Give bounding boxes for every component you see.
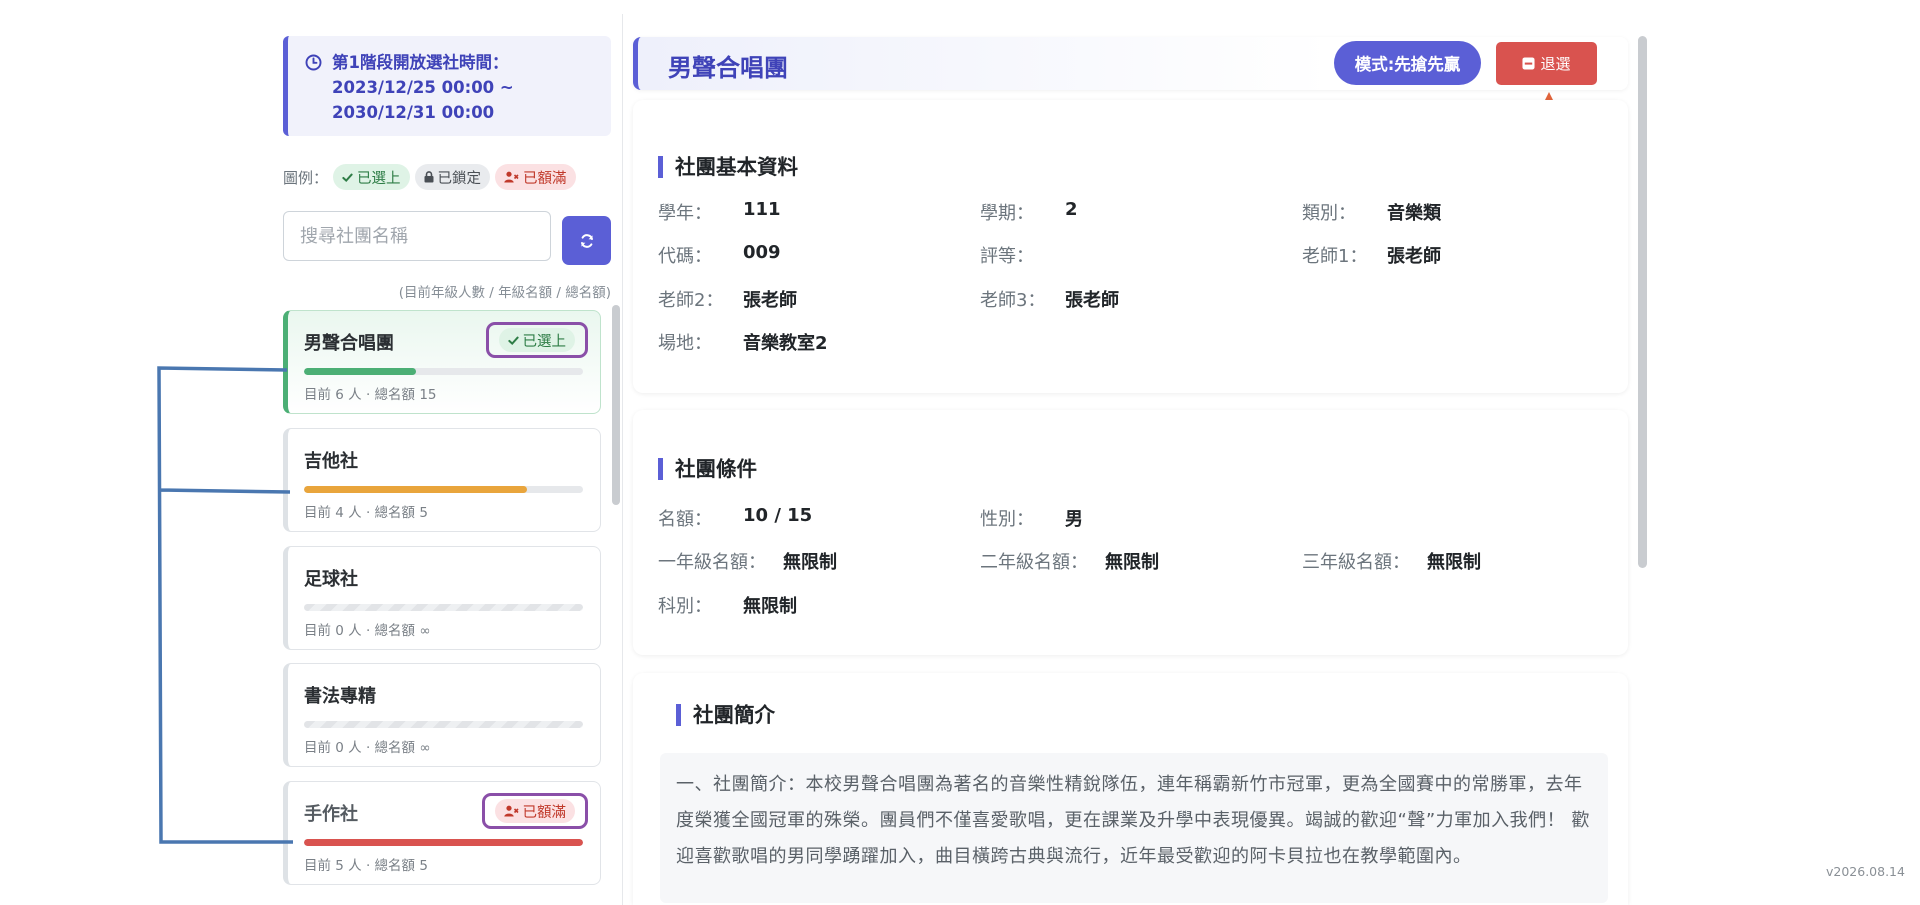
legend-full-badge: 已額滿 bbox=[495, 164, 576, 190]
field-value: 音樂教室2 bbox=[743, 333, 828, 354]
club-list: 男聲合唱團 已選上 目前 6 人 · 總名額 15 吉他社 目前 4 人 · 總… bbox=[283, 310, 603, 905]
club-list-scrollbar[interactable] bbox=[612, 305, 620, 505]
field-label: 老師3： bbox=[980, 290, 1046, 311]
field-label: 類別： bbox=[1302, 203, 1356, 224]
quota-progress-bar bbox=[304, 721, 583, 728]
club-card[interactable]: 吉他社 目前 4 人 · 總名額 5 bbox=[283, 428, 601, 532]
selected-status-tag: 已選上 bbox=[485, 322, 588, 358]
full-status-tag: 已額滿 bbox=[481, 793, 588, 829]
field-value: 無限制 bbox=[1105, 552, 1159, 573]
selection-period-notice: 第1階段開放選社時間：2023/12/25 00:00 ~ 2030/12/31… bbox=[283, 36, 611, 136]
club-name: 吉他社 bbox=[304, 451, 358, 472]
club-card[interactable]: 書法專精 目前 0 人 · 總名額 ∞ bbox=[283, 663, 601, 767]
field-label: 老師1： bbox=[1302, 246, 1368, 267]
withdraw-button[interactable]: 退選 bbox=[1496, 42, 1597, 85]
intro-section: 社團簡介 一、社團簡介：本校男聲合唱團為著名的音樂性精銳隊伍，連年稱霸新竹市冠軍… bbox=[633, 673, 1628, 905]
annotation-bracket bbox=[157, 366, 293, 844]
list-hint: (目前年級人數 / 年級名額 / 總名額) bbox=[398, 285, 611, 301]
field-value: 無限制 bbox=[1427, 552, 1481, 573]
refresh-icon bbox=[580, 233, 593, 248]
detail-scrollbar[interactable] bbox=[1638, 36, 1647, 568]
user-x-icon bbox=[504, 171, 519, 183]
field-value: 2 bbox=[1065, 199, 1078, 220]
club-name: 書法專精 bbox=[304, 686, 376, 707]
intro-box: 一、社團簡介：本校男聲合唱團為著名的音樂性精銳隊伍，連年稱霸新竹市冠軍，更為全國… bbox=[660, 753, 1608, 903]
club-name: 足球社 bbox=[304, 569, 358, 590]
legend: 圖例： 已選上 已鎖定 已額滿 bbox=[283, 163, 576, 191]
club-title: 男聲合唱團 bbox=[668, 54, 788, 82]
club-quota-meta: 目前 0 人 · 總名額 ∞ bbox=[304, 623, 431, 639]
field-value: 張老師 bbox=[743, 290, 797, 311]
club-name: 手作社 bbox=[304, 804, 358, 825]
club-quota-meta: 目前 0 人 · 總名額 ∞ bbox=[304, 740, 431, 756]
basic-info-section: 社團基本資料 學年： 111 學期： 2 類別： 音樂類 代碼： 009 評等：… bbox=[633, 100, 1628, 393]
quota-progress-bar bbox=[304, 368, 583, 375]
field-label: 性別： bbox=[980, 509, 1034, 530]
field-value: 男 bbox=[1065, 509, 1083, 530]
version-label: v2026.08.14 bbox=[1826, 864, 1905, 879]
field-value: 10 / 15 bbox=[743, 505, 813, 526]
field-value: 009 bbox=[743, 242, 781, 263]
club-name: 男聲合唱團 bbox=[304, 333, 394, 354]
field-label: 二年級名額： bbox=[980, 552, 1088, 573]
conditions-section: 社團條件 名額： 10 / 15 性別： 男 一年級名額： 無限制 二年級名額：… bbox=[633, 410, 1628, 655]
lock-icon bbox=[424, 171, 434, 183]
mode-badge: 模式:先搶先贏 bbox=[1334, 41, 1481, 85]
user-x-icon bbox=[503, 805, 519, 817]
club-quota-meta: 目前 4 人 · 總名額 5 bbox=[304, 505, 428, 521]
clock-icon bbox=[305, 54, 322, 71]
field-label: 名額： bbox=[658, 509, 712, 530]
club-card[interactable]: 足球社 目前 0 人 · 總名額 ∞ bbox=[283, 546, 601, 650]
field-label: 代碼： bbox=[658, 246, 712, 267]
field-value: 無限制 bbox=[743, 596, 797, 617]
intro-text: 一、社團簡介：本校男聲合唱團為著名的音樂性精銳隊伍，連年稱霸新竹市冠軍，更為全國… bbox=[676, 774, 1590, 867]
field-label: 三年級名額： bbox=[1302, 552, 1410, 573]
refresh-button[interactable] bbox=[562, 216, 611, 265]
club-search-input[interactable] bbox=[283, 211, 551, 261]
notice-text: 第1階段開放選社時間：2023/12/25 00:00 ~ 2030/12/31… bbox=[332, 53, 514, 122]
section-title: 社團條件 bbox=[658, 458, 757, 480]
field-label: 學期： bbox=[980, 203, 1034, 224]
field-label: 科別： bbox=[658, 596, 712, 617]
field-value: 張老師 bbox=[1387, 246, 1441, 267]
field-label: 場地： bbox=[658, 333, 712, 354]
club-quota-meta: 目前 6 人 · 總名額 15 bbox=[304, 387, 437, 403]
club-list-panel: 第1階段開放選社時間：2023/12/25 00:00 ~ 2030/12/31… bbox=[283, 0, 611, 905]
withdraw-label: 退選 bbox=[1540, 55, 1571, 73]
legend-locked-badge: 已鎖定 bbox=[414, 164, 491, 190]
field-value: 音樂類 bbox=[1387, 203, 1441, 224]
quota-progress-bar bbox=[304, 604, 583, 611]
section-title: 社團簡介 bbox=[676, 704, 775, 726]
field-label: 一年級名額： bbox=[658, 552, 766, 573]
legend-label: 圖例： bbox=[283, 168, 329, 187]
field-value: 無限制 bbox=[783, 552, 837, 573]
club-card[interactable]: 男聲合唱團 已選上 目前 6 人 · 總名額 15 bbox=[283, 310, 601, 414]
field-value: 111 bbox=[743, 199, 781, 220]
club-quota-meta: 目前 5 人 · 總名額 5 bbox=[304, 858, 428, 874]
quota-progress-bar bbox=[304, 839, 583, 846]
club-card[interactable]: 手作社 已額滿 目前 5 人 · 總名額 5 bbox=[283, 781, 601, 885]
quota-progress-bar bbox=[304, 486, 583, 493]
legend-selected-badge: 已選上 bbox=[333, 164, 410, 190]
section-title: 社團基本資料 bbox=[658, 156, 798, 178]
minus-square-icon bbox=[1522, 57, 1536, 70]
field-label: 學年： bbox=[658, 203, 712, 224]
field-label: 老師2： bbox=[658, 290, 724, 311]
panel-divider bbox=[622, 14, 623, 905]
check-icon bbox=[507, 336, 519, 345]
field-label: 評等： bbox=[980, 246, 1034, 267]
field-value: 張老師 bbox=[1065, 290, 1119, 311]
check-icon bbox=[342, 173, 353, 182]
